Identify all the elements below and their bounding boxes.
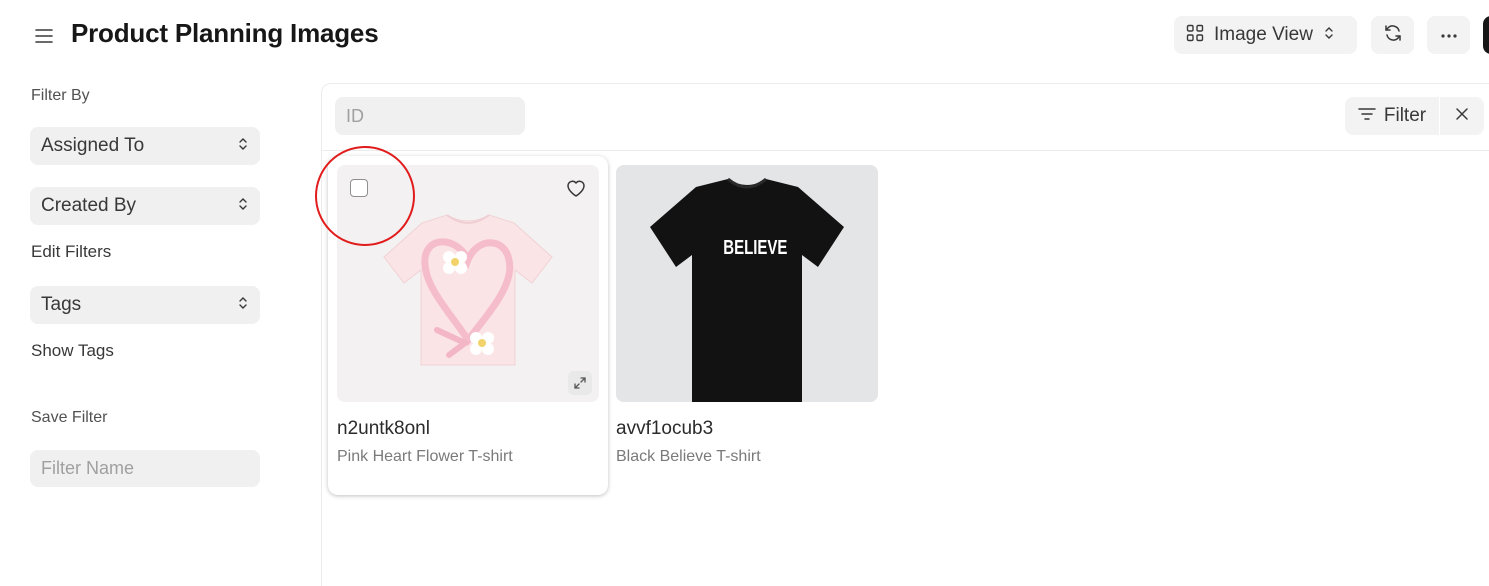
chevron-updown-icon — [1323, 25, 1335, 46]
refresh-icon — [1383, 23, 1403, 48]
pink-tshirt-image — [337, 165, 599, 402]
edit-filters-link[interactable]: Edit Filters — [31, 242, 111, 262]
filter-by-label: Filter By — [31, 87, 90, 104]
more-options-button[interactable] — [1427, 16, 1470, 54]
filter-name-input[interactable] — [30, 450, 260, 487]
page-title: Product Planning Images — [71, 18, 379, 48]
filter-bar: Filter — [322, 84, 1489, 151]
close-icon — [1455, 107, 1469, 126]
ellipsis-icon — [1440, 26, 1458, 44]
filter-icon — [1358, 107, 1376, 126]
card-description: Pink Heart Flower T-shirt — [337, 448, 513, 465]
refresh-button[interactable] — [1371, 16, 1414, 54]
expand-icon[interactable] — [568, 371, 592, 395]
card-title[interactable]: n2untk8onl — [337, 418, 430, 440]
filter-button-label: Filter — [1383, 105, 1427, 126]
grid-icon — [1186, 24, 1204, 47]
image-card[interactable]: n2untk8onl Pink Heart Flower T-shirt — [328, 156, 608, 495]
assigned-to-label: Assigned To — [41, 135, 145, 156]
created-by-select[interactable]: Created By — [30, 187, 260, 225]
black-tshirt-image — [616, 165, 878, 402]
card-description: Black Believe T-shirt — [616, 448, 761, 465]
view-switcher-button[interactable]: Image View — [1174, 16, 1357, 54]
menu-icon[interactable] — [32, 24, 56, 48]
card-image[interactable] — [616, 165, 878, 402]
card-image[interactable] — [337, 165, 599, 402]
heart-icon[interactable] — [565, 178, 587, 203]
id-search-input[interactable] — [335, 97, 525, 135]
image-card[interactable]: BELIEVE avvf1ocub3 Black Believe T-shirt — [607, 156, 887, 495]
page-header: Product Planning Images Image View — [0, 0, 1489, 70]
chevron-updown-icon — [237, 196, 249, 217]
assigned-to-select[interactable]: Assigned To — [30, 127, 260, 165]
sidebar: Filter By Assigned To Created By Edit Fi… — [0, 70, 320, 586]
filter-button[interactable]: Filter — [1345, 97, 1440, 135]
created-by-label: Created By — [41, 195, 137, 216]
tshirt-print-text: BELIEVE — [723, 237, 788, 259]
show-tags-link[interactable]: Show Tags — [31, 341, 114, 361]
primary-action-button[interactable] — [1483, 16, 1489, 54]
tags-select[interactable]: Tags — [30, 286, 260, 324]
card-title[interactable]: avvf1ocub3 — [616, 418, 713, 440]
tags-label: Tags — [41, 294, 82, 315]
chevron-updown-icon — [237, 136, 249, 157]
filter-group: Filter — [1345, 97, 1484, 135]
save-filter-label: Save Filter — [31, 409, 108, 426]
chevron-updown-icon — [237, 295, 249, 316]
clear-filter-button[interactable] — [1440, 97, 1484, 135]
select-checkbox[interactable] — [350, 179, 368, 197]
view-switcher-label: Image View — [1214, 24, 1313, 45]
